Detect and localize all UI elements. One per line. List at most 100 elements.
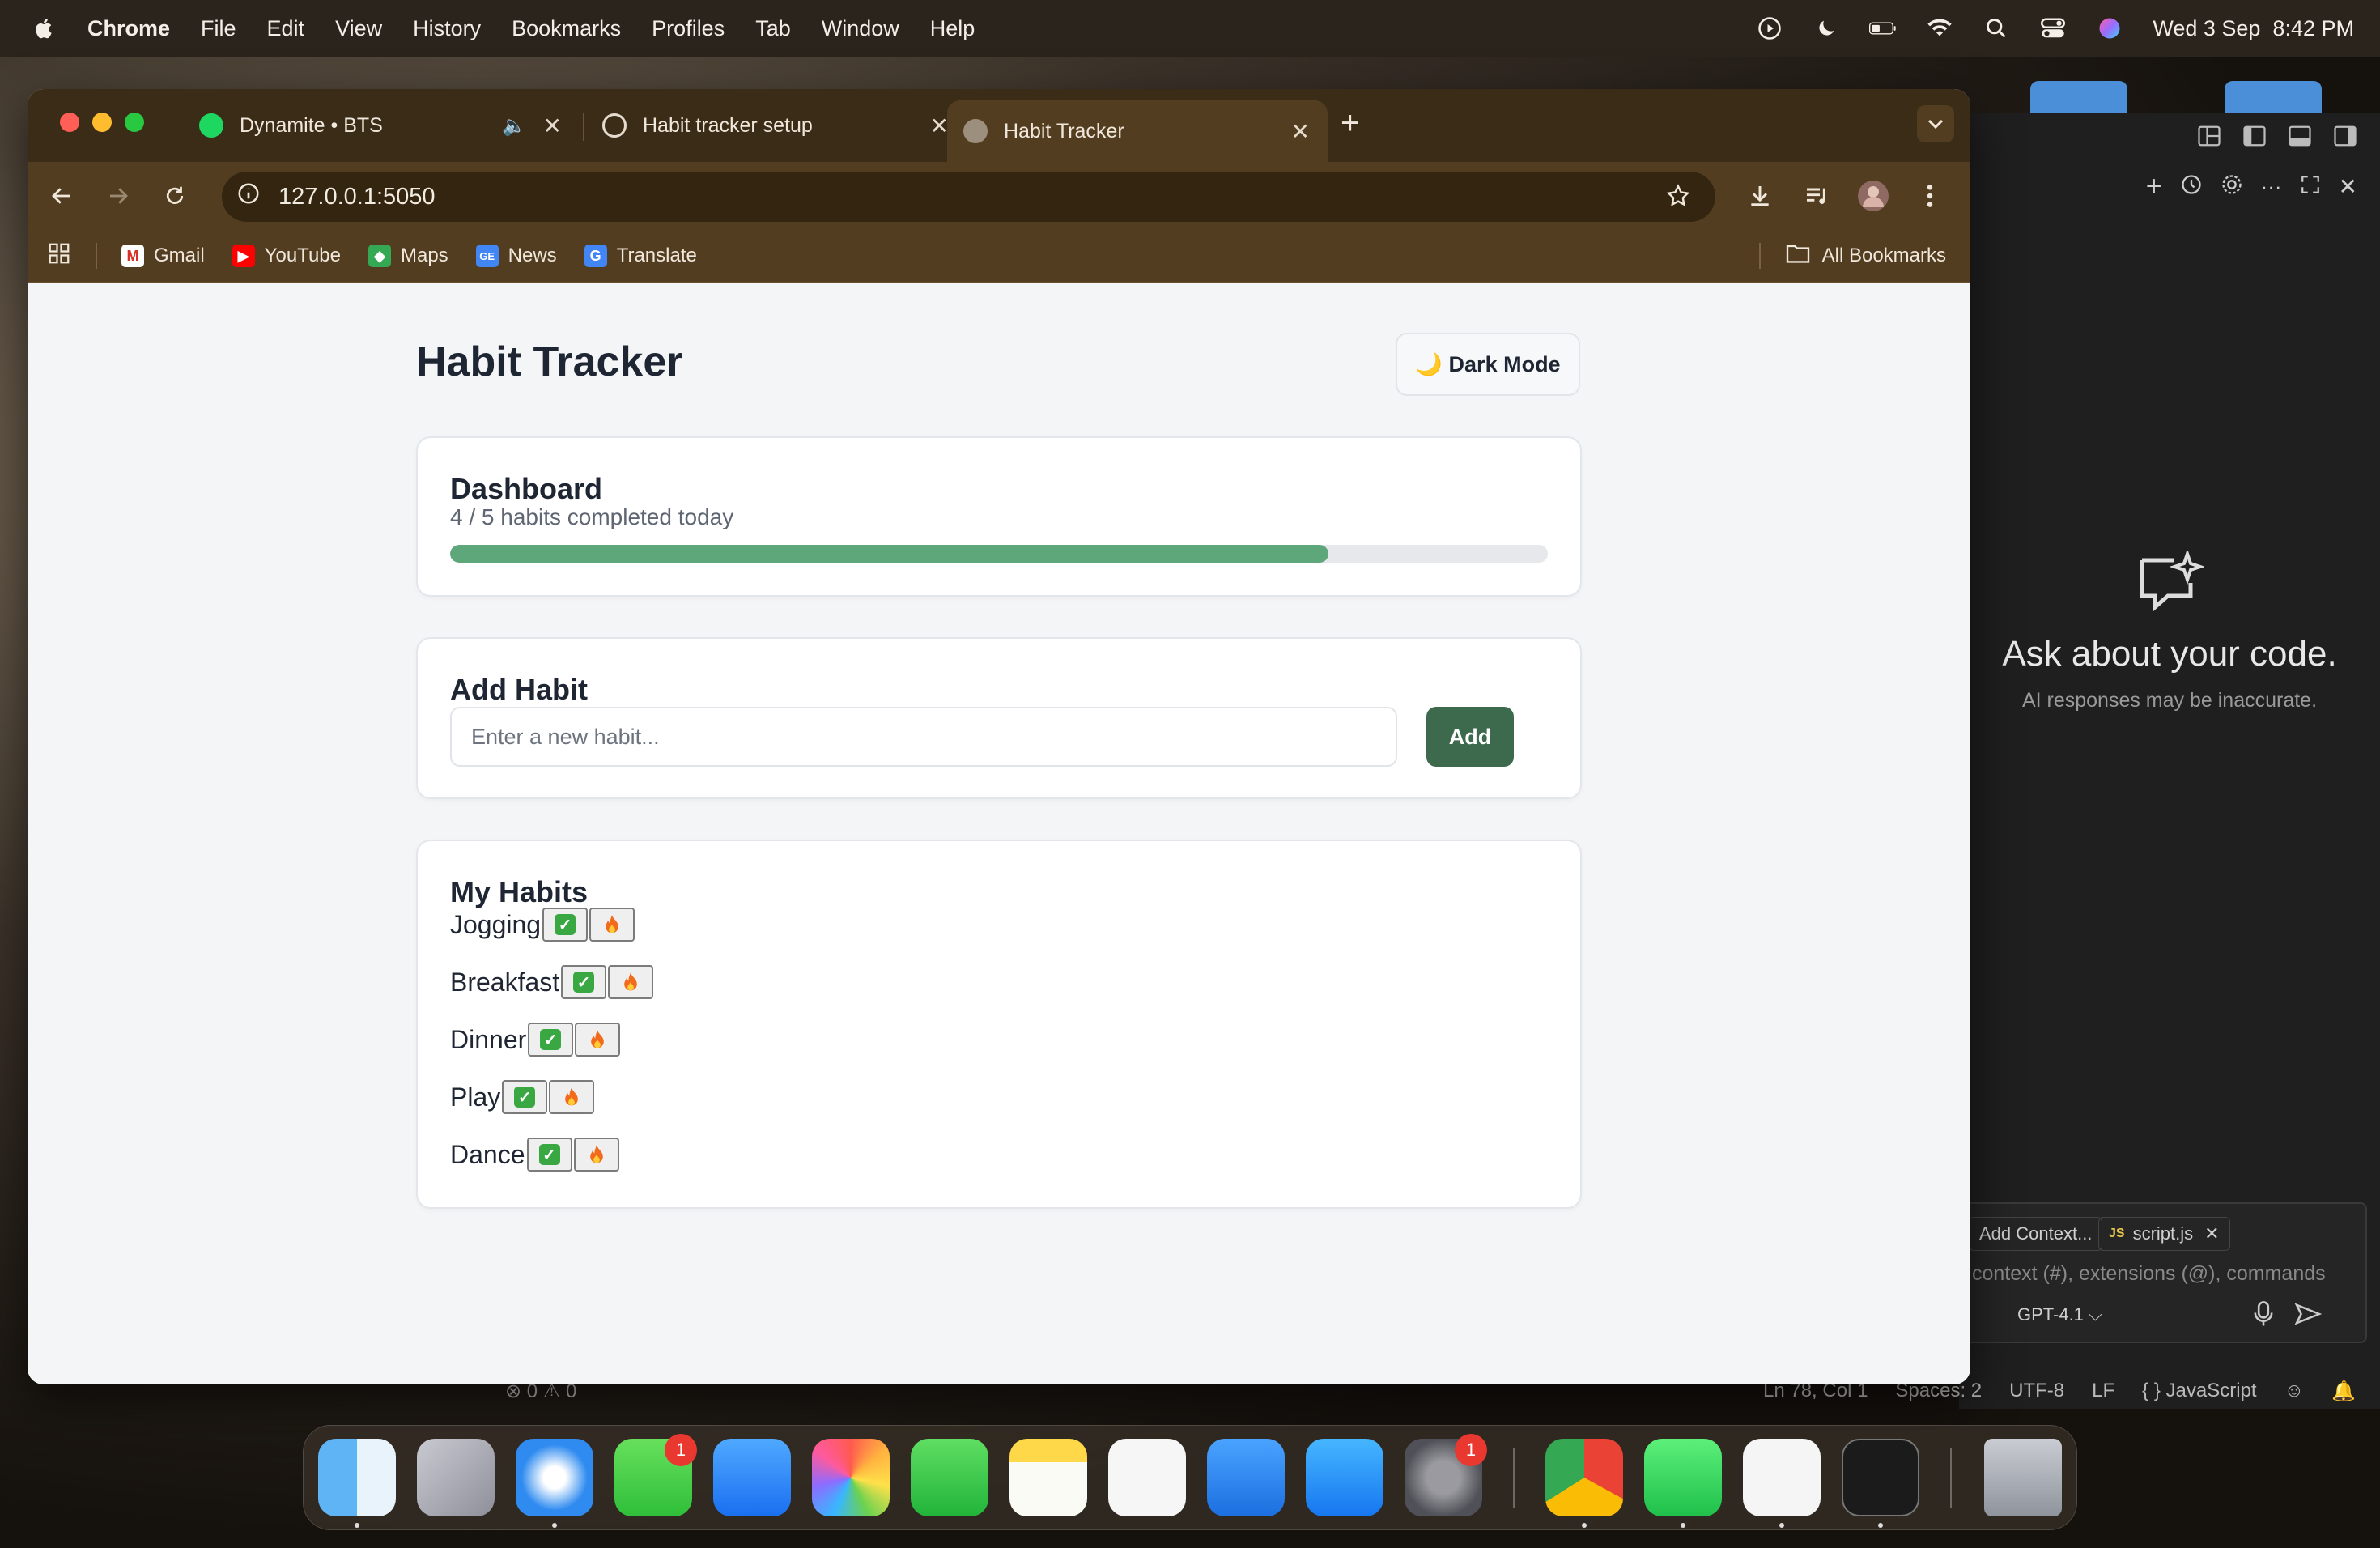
- panel-toggle-icon[interactable]: [2288, 125, 2312, 151]
- complete-habit-button[interactable]: ✓: [561, 965, 607, 999]
- chat-input-box[interactable]: Add Context... JS script.js ✕ context (#…: [1959, 1202, 2367, 1343]
- wifi-icon[interactable]: [1926, 15, 1953, 42]
- menu-help[interactable]: Help: [930, 16, 975, 41]
- complete-habit-button[interactable]: ✓: [502, 1080, 548, 1114]
- zoom-window-button[interactable]: [125, 113, 144, 132]
- tab-search-button[interactable]: [1917, 105, 1954, 142]
- play-icon[interactable]: [1756, 15, 1783, 42]
- profile-avatar[interactable]: [1857, 180, 1889, 212]
- launchpad-icon[interactable]: [417, 1439, 495, 1516]
- siri-icon[interactable]: [2096, 15, 2123, 42]
- download-icon[interactable]: [1744, 180, 1776, 212]
- photos-icon[interactable]: [812, 1439, 890, 1516]
- menu-view[interactable]: View: [335, 16, 382, 41]
- secondary-sidebar-icon[interactable]: [2333, 125, 2357, 151]
- add-habit-button[interactable]: Add: [1426, 707, 1514, 767]
- freeform-icon[interactable]: [1108, 1439, 1186, 1516]
- complete-habit-button[interactable]: ✓: [542, 908, 589, 942]
- streak-button[interactable]: [575, 1023, 621, 1057]
- kebab-menu-icon[interactable]: [1914, 180, 1946, 212]
- menu-clock[interactable]: Wed 3 Sep 8:42 PM: [2153, 16, 2354, 41]
- file-context-chip[interactable]: JS script.js ✕: [2098, 1217, 2230, 1251]
- close-window-button[interactable]: [60, 113, 79, 132]
- new-chat-icon[interactable]: +: [2146, 171, 2162, 202]
- search-icon[interactable]: [1983, 15, 2010, 42]
- speaker-icon[interactable]: 🔈: [502, 114, 526, 138]
- vscode-icon[interactable]: [1743, 1439, 1821, 1516]
- layout-icon[interactable]: [2197, 125, 2221, 151]
- gear-icon[interactable]: [2221, 173, 2243, 200]
- close-tab-icon[interactable]: ✕: [543, 113, 562, 139]
- mail-icon[interactable]: [713, 1439, 791, 1516]
- history-icon[interactable]: [2180, 173, 2203, 200]
- close-icon[interactable]: ✕: [2339, 173, 2357, 200]
- add-context-button[interactable]: Add Context...: [1969, 1217, 2103, 1251]
- model-picker[interactable]: GPT-4.1 ⌵: [2017, 1304, 2102, 1325]
- tab-habit-setup[interactable]: Habit tracker setup ✕: [586, 100, 967, 151]
- close-tab-icon[interactable]: ✕: [1291, 118, 1310, 145]
- notification-bell-icon[interactable]: 🔔: [2331, 1380, 2356, 1403]
- facetime-icon[interactable]: [911, 1439, 988, 1516]
- complete-habit-button[interactable]: ✓: [526, 1138, 572, 1172]
- keynote-icon[interactable]: [1207, 1439, 1285, 1516]
- messages-icon[interactable]: 1: [614, 1434, 697, 1516]
- safari-icon[interactable]: [516, 1439, 593, 1516]
- bookmark-youtube[interactable]: ▶ YouTube: [232, 245, 341, 267]
- apps-grid-icon[interactable]: [47, 241, 71, 271]
- whatsapp-icon[interactable]: [1644, 1439, 1722, 1516]
- forward-icon[interactable]: [102, 180, 134, 212]
- app-store-icon[interactable]: [1306, 1439, 1383, 1516]
- streak-button[interactable]: [549, 1080, 595, 1114]
- dark-mode-button[interactable]: 🌙 Dark Mode: [1396, 333, 1580, 396]
- copilot-icon[interactable]: ☺: [2284, 1380, 2305, 1402]
- status-eol[interactable]: LF: [2092, 1380, 2114, 1402]
- moon-icon[interactable]: [1813, 15, 1840, 42]
- desktop-folder[interactable]: [2225, 81, 2322, 113]
- more-icon[interactable]: ···: [2261, 174, 2282, 199]
- microphone-icon[interactable]: [2254, 1301, 2273, 1331]
- menu-window[interactable]: Window: [822, 16, 899, 41]
- minimize-window-button[interactable]: [92, 113, 112, 132]
- menu-bookmarks[interactable]: Bookmarks: [512, 16, 621, 41]
- menu-tab[interactable]: Tab: [755, 16, 791, 41]
- apple-icon[interactable]: [32, 16, 57, 40]
- bookmark-news[interactable]: GE News: [475, 245, 557, 267]
- battery-icon[interactable]: [1869, 15, 1897, 42]
- star-icon[interactable]: [1665, 183, 1691, 215]
- menu-app-name[interactable]: Chrome: [87, 16, 170, 41]
- new-tab-button[interactable]: +: [1341, 105, 1359, 142]
- all-bookmarks-button[interactable]: All Bookmarks: [1758, 230, 1946, 282]
- control-center-icon[interactable]: [2039, 15, 2067, 42]
- streak-button[interactable]: [608, 965, 654, 999]
- finder-icon[interactable]: [318, 1439, 396, 1516]
- streak-button[interactable]: [589, 908, 635, 942]
- complete-habit-button[interactable]: ✓: [528, 1023, 574, 1057]
- bookmark-gmail[interactable]: M Gmail: [121, 245, 205, 267]
- remove-chip-icon[interactable]: ✕: [2204, 1223, 2219, 1244]
- menu-file[interactable]: File: [201, 16, 236, 41]
- close-tab-icon[interactable]: ✕: [930, 113, 949, 139]
- bookmark-maps[interactable]: ◆ Maps: [368, 245, 448, 267]
- menu-profiles[interactable]: Profiles: [652, 16, 725, 41]
- notes-icon[interactable]: [1009, 1439, 1087, 1516]
- bookmark-translate[interactable]: G Translate: [584, 245, 697, 267]
- back-icon[interactable]: [45, 180, 78, 212]
- address-bar[interactable]: 127.0.0.1:5050: [222, 172, 1715, 222]
- menu-history[interactable]: History: [413, 16, 481, 41]
- tab-habit-tracker[interactable]: Habit Tracker ✕: [947, 100, 1328, 162]
- site-info-icon[interactable]: [236, 181, 261, 212]
- system-settings-icon[interactable]: 1: [1405, 1434, 1487, 1516]
- media-controls-icon[interactable]: [1800, 180, 1833, 212]
- reload-icon[interactable]: [159, 180, 191, 212]
- tab-spotify[interactable]: Dynamite • BTS 🔈 ✕: [183, 100, 580, 151]
- chrome-icon[interactable]: [1545, 1439, 1623, 1516]
- new-habit-input[interactable]: [450, 707, 1397, 767]
- status-encoding[interactable]: UTF-8: [2009, 1380, 2064, 1402]
- maximize-icon[interactable]: [2300, 174, 2321, 199]
- chat-input-placeholder[interactable]: context (#), extensions (@), commands: [1972, 1262, 2326, 1286]
- menu-edit[interactable]: Edit: [267, 16, 305, 41]
- streak-button[interactable]: [573, 1138, 619, 1172]
- send-icon[interactable]: [2294, 1303, 2323, 1329]
- url-text[interactable]: 127.0.0.1:5050: [278, 184, 436, 211]
- trash-icon[interactable]: [1984, 1439, 2062, 1516]
